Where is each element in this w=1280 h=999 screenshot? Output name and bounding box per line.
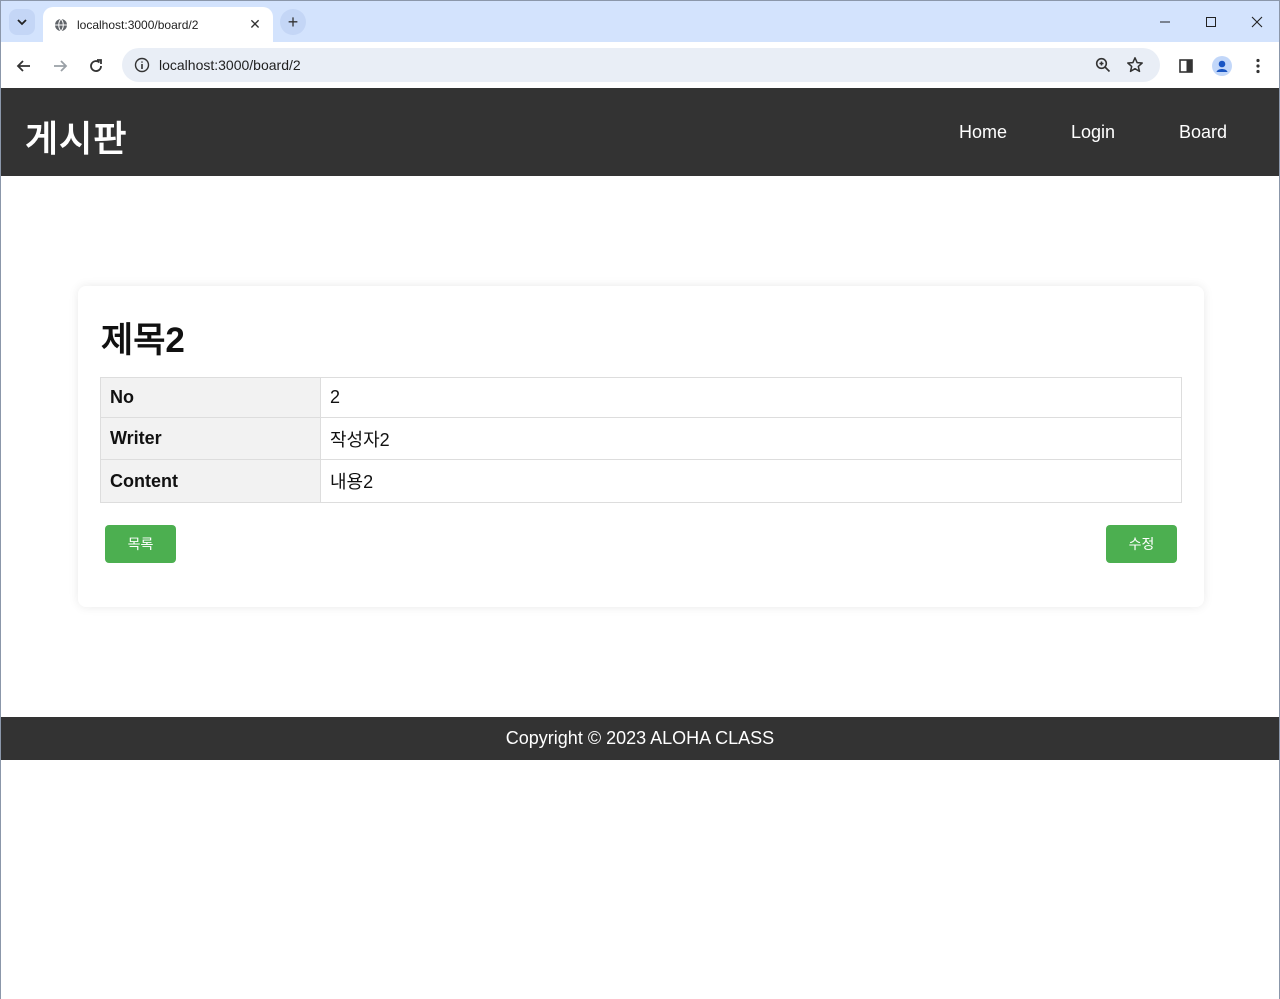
more-menu-icon[interactable]: [1245, 53, 1271, 79]
no-label: No: [100, 377, 321, 418]
post-detail-table: No 2 Writer 작성자2 Content 내용2: [100, 377, 1182, 503]
tab-search-button[interactable]: [9, 9, 35, 35]
list-button[interactable]: 목록: [105, 525, 176, 563]
bookmark-star-icon[interactable]: [1124, 54, 1146, 76]
browser-toolbar: localhost:3000/board/2: [1, 42, 1279, 89]
site-footer: Copyright © 2023 ALOHA CLASS: [1, 717, 1279, 760]
nav-board-link[interactable]: Board: [1179, 122, 1227, 143]
nav-login-link[interactable]: Login: [1071, 122, 1115, 143]
browser-chrome: localhost:3000/board/2 ✕ + localhost:300…: [0, 0, 1280, 89]
content-value: 내용2: [320, 459, 1182, 503]
site-brand[interactable]: 게시판: [25, 110, 127, 162]
page-viewport: 게시판 Home Login Board 제목2 No 2 Writer 작성자…: [0, 88, 1280, 999]
info-icon[interactable]: [130, 53, 154, 77]
tab-strip: localhost:3000/board/2 ✕ +: [1, 1, 1279, 42]
no-value: 2: [320, 377, 1182, 418]
edit-button[interactable]: 수정: [1106, 525, 1177, 563]
profile-avatar-icon[interactable]: [1209, 53, 1235, 79]
chevron-down-icon: [17, 19, 27, 26]
post-title: 제목2: [101, 321, 185, 360]
window-close-icon[interactable]: [1234, 1, 1280, 42]
writer-label: Writer: [100, 417, 321, 460]
side-panel-icon[interactable]: [1173, 53, 1199, 79]
forward-arrow-icon[interactable]: [47, 53, 73, 79]
back-arrow-icon[interactable]: [11, 53, 37, 79]
maximize-icon[interactable]: [1188, 1, 1234, 42]
nav-home-link[interactable]: Home: [959, 122, 1007, 143]
post-detail-card: 제목2 No 2 Writer 작성자2 Content 내용2 목록 수정: [78, 286, 1204, 607]
table-row: No 2: [100, 377, 1182, 418]
browser-tab[interactable]: localhost:3000/board/2 ✕: [43, 7, 273, 42]
table-row: Content 내용2: [100, 459, 1182, 503]
minimize-icon[interactable]: [1142, 1, 1188, 42]
copyright-text: Copyright © 2023 ALOHA CLASS: [505, 728, 775, 748]
address-bar[interactable]: localhost:3000/board/2: [122, 48, 1160, 82]
new-tab-button[interactable]: +: [280, 9, 306, 35]
tab-close-icon[interactable]: ✕: [247, 16, 263, 33]
table-row: Writer 작성자2: [100, 417, 1182, 460]
reload-icon[interactable]: [83, 53, 109, 79]
site-header: 게시판 Home Login Board: [1, 88, 1279, 176]
zoom-icon[interactable]: [1092, 54, 1114, 76]
writer-value: 작성자2: [320, 417, 1182, 460]
url-text[interactable]: localhost:3000/board/2: [159, 57, 301, 73]
tab-title: localhost:3000/board/2: [77, 17, 199, 32]
content-label: Content: [100, 459, 321, 503]
globe-icon: [53, 17, 69, 33]
